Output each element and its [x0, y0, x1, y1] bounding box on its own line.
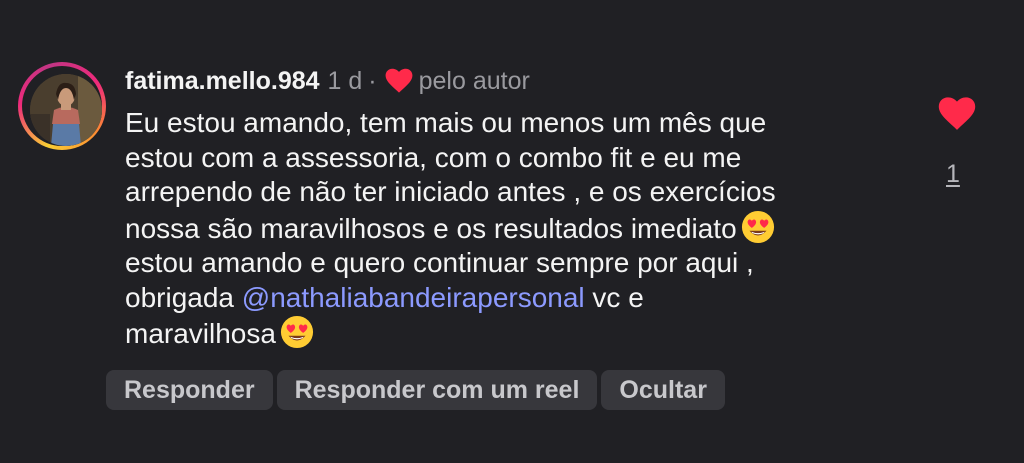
- liked-by-author-heart-icon: [385, 68, 413, 94]
- comment-line-text: vc e: [584, 281, 644, 313]
- comment-line-with-emoji: maravilhosa: [125, 315, 905, 352]
- comment-line-with-mention: obrigada @nathaliabandeirapersonal vc e: [125, 281, 905, 316]
- avatar: [30, 74, 102, 146]
- username[interactable]: fatima.mello.984: [125, 67, 320, 96]
- avatar-ring-gap: [22, 66, 102, 146]
- comment-line-text: maravilhosa: [125, 318, 276, 349]
- comment-line-with-emoji: nossa são maravilhosos e os resultados i…: [125, 210, 905, 247]
- comment-text: Eu estou amando, tem mais ou menos um mê…: [125, 106, 905, 352]
- like-heart-icon[interactable]: [938, 96, 976, 132]
- like-count[interactable]: 1: [946, 160, 960, 189]
- reply-with-reel-button[interactable]: Responder com um reel: [276, 370, 598, 410]
- comment-line: arrependo de não ter iniciado antes , e …: [125, 176, 776, 207]
- liked-by-author-label: pelo autor: [418, 66, 530, 95]
- separator-dot: ·: [368, 66, 377, 95]
- comment-actions: Responder Responder com um reel Ocultar: [106, 370, 725, 410]
- mention-link[interactable]: @nathaliabandeirapersonal: [242, 282, 585, 313]
- comment-line: Eu estou amando, tem mais ou menos um mê…: [125, 107, 767, 138]
- comment-line-text: obrigada: [125, 281, 242, 313]
- heart-eyes-emoji-icon: [741, 210, 775, 244]
- avatar-story-ring[interactable]: [18, 62, 106, 150]
- heart-eyes-emoji-icon: [280, 315, 314, 349]
- comment-line: estou amando e quero continuar sempre po…: [125, 247, 754, 278]
- comment: fatima.mello.984 1 d · pelo autor Eu est…: [0, 0, 1024, 463]
- avatar-person-image: [30, 74, 102, 146]
- comment-line-text: nossa são maravilhosos e os resultados i…: [125, 212, 737, 244]
- comment-line: estou com a assessoria, com o combo fit …: [125, 141, 742, 173]
- timestamp: 1 d: [327, 66, 363, 95]
- hide-button[interactable]: Ocultar: [601, 370, 725, 410]
- reply-button[interactable]: Responder: [106, 370, 273, 410]
- comment-header: fatima.mello.984 1 d · pelo autor: [125, 64, 530, 98]
